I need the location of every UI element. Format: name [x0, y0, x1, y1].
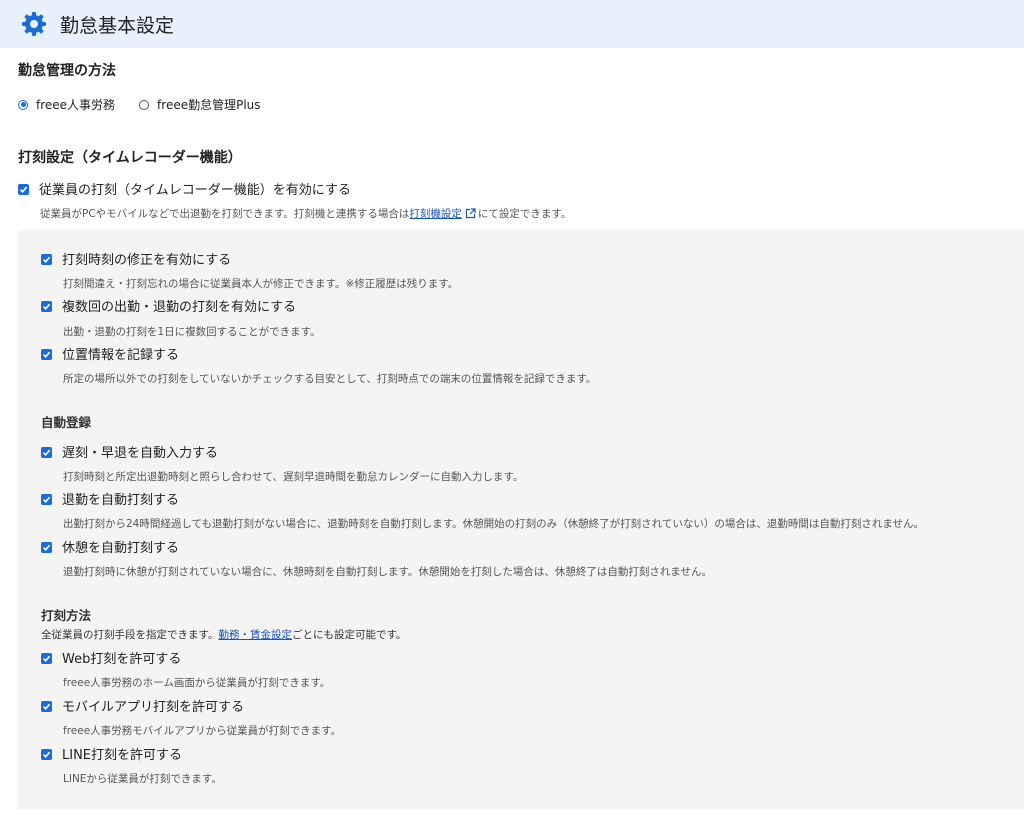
- option-label: モバイルアプリ打刻を許可する: [62, 700, 245, 715]
- punch-methods-heading: 打刻方法: [41, 608, 92, 623]
- gear-icon: [20, 10, 48, 38]
- option-label: 退勤を自動打刻する: [62, 493, 180, 508]
- page-title: 勤怠基本設定: [60, 14, 175, 37]
- option-label: 打刻時刻の修正を有効にする: [62, 253, 232, 268]
- checkbox-checked[interactable]: [41, 701, 52, 712]
- punch-settings-heading: 打刻設定（タイムレコーダー機能）: [18, 150, 242, 166]
- option-label: 遅刻・早退を自動入力する: [62, 446, 219, 461]
- punch-methods-description: 全従業員の打刻手段を指定できます。勤務・賃金設定ごとにも設定可能です。: [41, 628, 406, 642]
- option-auto-break[interactable]: 休憩を自動打刻する: [41, 542, 179, 556]
- option-label: Web打刻を許可する: [62, 652, 182, 667]
- attendance-method-heading: 勤怠管理の方法: [18, 63, 116, 79]
- page-header: 勤怠基本設定: [0, 0, 1024, 48]
- option-web-punch[interactable]: Web打刻を許可する: [41, 653, 181, 667]
- attendance-method-radio-group: freee人事労務 freee勤怠管理Plus: [18, 96, 285, 113]
- option-description: freee人事労務モバイルアプリから従業員が打刻できます。: [63, 725, 342, 737]
- option-auto-late-early[interactable]: 遅刻・早退を自動入力する: [41, 447, 218, 461]
- punch-device-settings-link[interactable]: 打刻機設定: [409, 208, 462, 220]
- option-description: 出勤・退勤の打刻を1日に複数回することができます。: [63, 326, 321, 338]
- checkbox-checked[interactable]: [41, 749, 52, 760]
- checkbox-checked[interactable]: [18, 184, 29, 195]
- option-description: 所定の場所以外での打刻をしていないかチェックする目安として、打刻時点での端末の位…: [63, 373, 597, 385]
- desc-text: 従業員がPCやモバイルなどで出退勤を打刻できます。打刻機と連携する場合は: [40, 208, 410, 220]
- option-label: 休憩を自動打刻する: [62, 541, 180, 556]
- checkbox-checked[interactable]: [41, 349, 52, 360]
- link-text: 打刻機設定: [409, 208, 462, 220]
- option-line-punch[interactable]: LINE打刻を許可する: [41, 749, 182, 763]
- link-text: 勤務・賃金設定: [218, 629, 292, 641]
- option-label: LINE打刻を許可する: [62, 748, 183, 763]
- desc-text: にて設定できます。: [477, 208, 572, 220]
- option-description: 打刻時刻と所定出退勤時刻と照らし合わせて、遅刻早退時間を勤怠カレンダーに自動入力…: [63, 471, 524, 483]
- option-multiple-punch[interactable]: 複数回の出勤・退勤の打刻を有効にする: [41, 301, 296, 315]
- radio-dot[interactable]: [139, 99, 150, 110]
- desc-text: 全従業員の打刻手段を指定できます。: [41, 629, 219, 641]
- radio-label: freee人事労務: [36, 98, 116, 112]
- option-label: 複数回の出勤・退勤の打刻を有効にする: [62, 300, 297, 315]
- option-description: 出勤打刻から24時間経過しても退勤打刻がない場合に、退勤時刻を自動打刻します。休…: [63, 518, 925, 530]
- enable-punch-description: 従業員がPCやモバイルなどで出退勤を打刻できます。打刻機と連携する場合は打刻機設…: [40, 207, 571, 223]
- checkbox-checked[interactable]: [41, 494, 52, 505]
- option-record-location[interactable]: 位置情報を記録する: [41, 349, 179, 363]
- checkbox-checked[interactable]: [41, 653, 52, 664]
- option-label: 位置情報を記録する: [62, 348, 180, 363]
- radio-freee-kintai-plus[interactable]: freee勤怠管理Plus: [139, 96, 261, 113]
- enable-punch-label: 従業員の打刻（タイムレコーダー機能）を有効にする: [39, 183, 351, 198]
- option-edit-punch-time[interactable]: 打刻時刻の修正を有効にする: [41, 254, 231, 268]
- radio-dot-selected[interactable]: [18, 99, 28, 110]
- enable-punch-option[interactable]: 従業員の打刻（タイムレコーダー機能）を有効にする: [18, 184, 351, 198]
- external-link-icon[interactable]: [465, 208, 476, 223]
- option-mobile-punch[interactable]: モバイルアプリ打刻を許可する: [41, 701, 244, 715]
- checkbox-checked[interactable]: [41, 447, 52, 458]
- radio-freee-hr[interactable]: freee人事労務: [18, 96, 115, 113]
- checkbox-checked[interactable]: [41, 301, 52, 312]
- option-description: 退勤打刻時に休憩が打刻されていない場合に、休憩時刻を自動打刻します。休憩開始を打…: [63, 566, 713, 578]
- auto-registration-heading: 自動登録: [41, 415, 92, 430]
- work-wage-settings-link[interactable]: 勤務・賃金設定: [218, 629, 292, 641]
- option-auto-clock-out[interactable]: 退勤を自動打刻する: [41, 494, 179, 508]
- punch-settings-panel: 打刻時刻の修正を有効にする 打刻間違え・打刻忘れの場合に従業員本人が修正できます…: [18, 230, 1024, 809]
- radio-label: freee勤怠管理Plus: [157, 98, 261, 112]
- option-description: 打刻間違え・打刻忘れの場合に従業員本人が修正できます。※修正履歴は残ります。: [63, 278, 459, 290]
- checkbox-checked[interactable]: [41, 254, 52, 265]
- option-description: freee人事労務のホーム画面から従業員が打刻できます。: [63, 677, 331, 689]
- desc-text: ごとにも設定可能です。: [291, 629, 407, 641]
- checkbox-checked[interactable]: [41, 542, 52, 553]
- option-description: LINEから従業員が打刻できます。: [63, 773, 222, 785]
